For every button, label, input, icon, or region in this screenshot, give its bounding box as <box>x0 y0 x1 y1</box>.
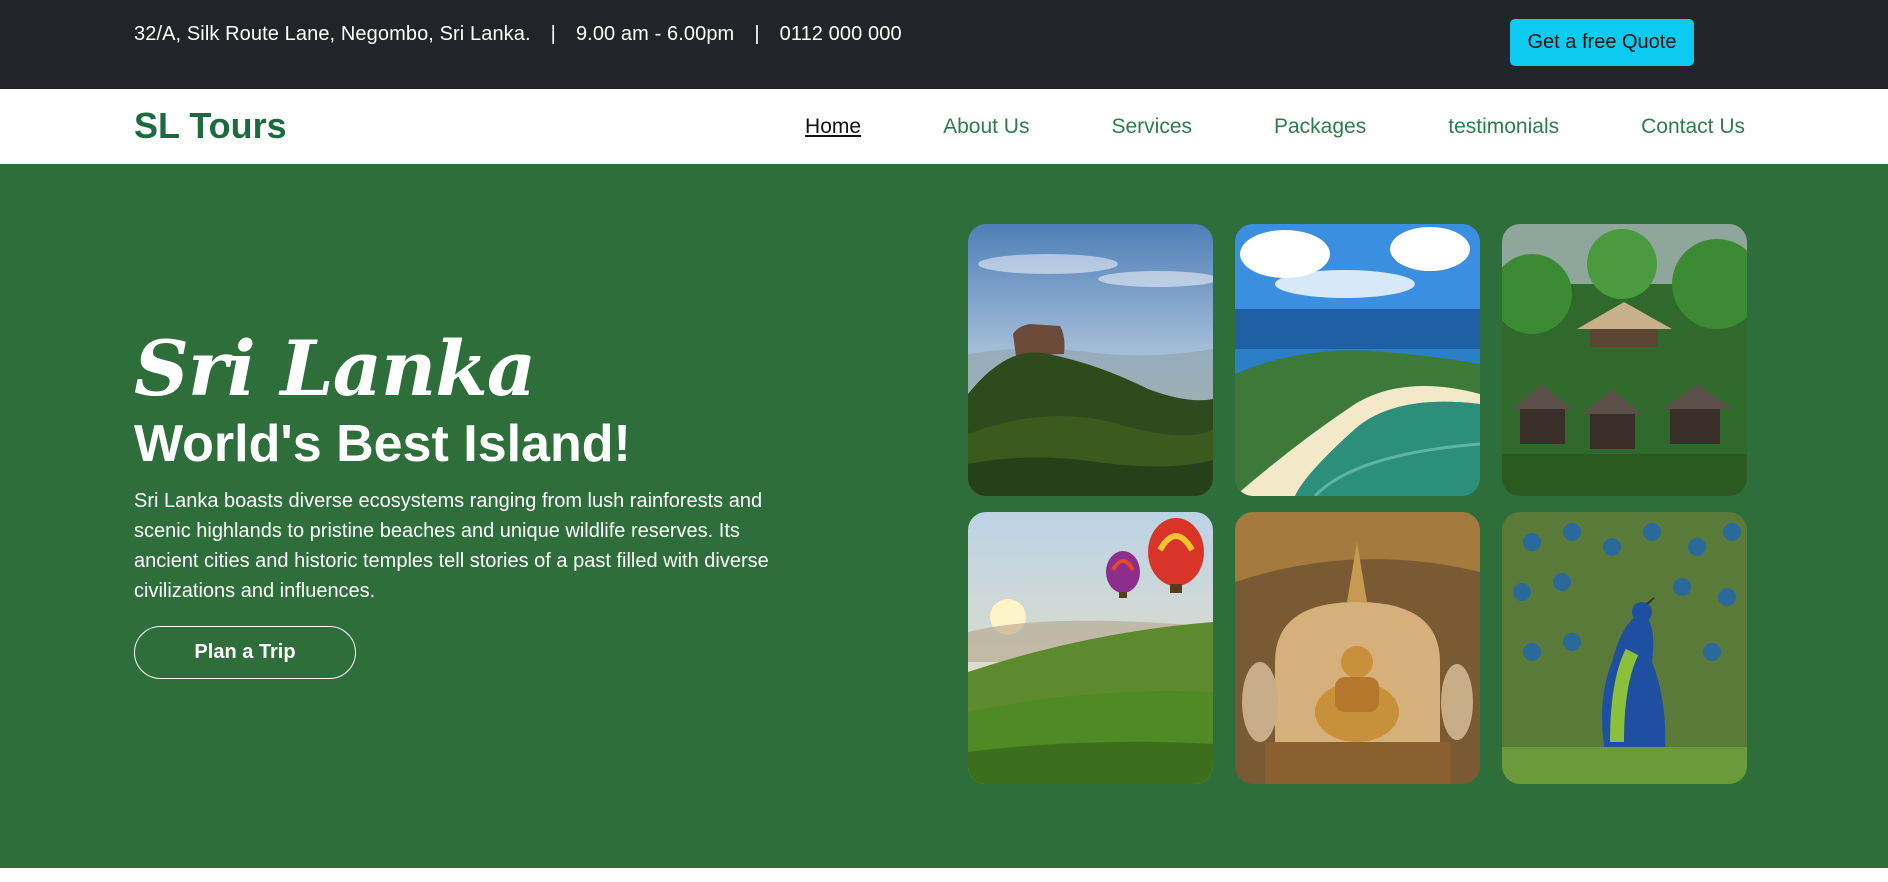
separator: | <box>754 23 760 45</box>
sigiriya-rock-photo <box>968 224 1213 496</box>
nav-link-home[interactable]: Home <box>805 115 861 139</box>
plan-trip-button[interactable]: Plan a Trip <box>134 626 356 679</box>
hero-description: Sri Lanka boasts diverse ecosystems rang… <box>134 490 769 602</box>
peacock-photo <box>1502 512 1747 784</box>
hero-title: Sri Lanka <box>134 324 536 413</box>
buddha-cave-temple-photo <box>1235 512 1480 784</box>
hero-subtitle: World's Best Island! <box>134 415 631 473</box>
brand-logo[interactable]: SL Tours <box>134 105 287 147</box>
hours-text: 9.00 am - 6.00pm <box>575 23 735 45</box>
get-quote-button[interactable]: Get a free Quote <box>1510 19 1694 66</box>
nav-link-contact[interactable]: Contact Us <box>1641 115 1745 139</box>
nav-link-about[interactable]: About Us <box>943 115 1029 139</box>
top-info-bar: 32/A, Silk Route Lane, Negombo, Sri Lank… <box>0 0 1888 89</box>
nav-link-testimonials[interactable]: testimonials <box>1448 115 1559 139</box>
phone-text: 0112 000 000 <box>779 23 902 45</box>
main-navbar: SL Tours Home About Us Services Packages… <box>0 89 1888 164</box>
hero-section: Sri Lanka World's Best Island! Sri Lanka… <box>0 164 1888 868</box>
address-text: 32/A, Silk Route Lane, Negombo, Sri Lank… <box>134 23 531 45</box>
nav-links: Home About Us Services Packages testimon… <box>805 115 1745 139</box>
coastal-island-photo <box>1235 224 1480 496</box>
tea-hills-balloons-photo <box>968 512 1213 784</box>
nav-link-packages[interactable]: Packages <box>1274 115 1366 139</box>
nav-link-services[interactable]: Services <box>1111 115 1192 139</box>
separator: | <box>550 23 556 45</box>
jungle-lodge-photo <box>1502 224 1747 496</box>
photo-gallery <box>968 224 1747 784</box>
contact-info: 32/A, Silk Route Lane, Negombo, Sri Lank… <box>134 23 902 46</box>
